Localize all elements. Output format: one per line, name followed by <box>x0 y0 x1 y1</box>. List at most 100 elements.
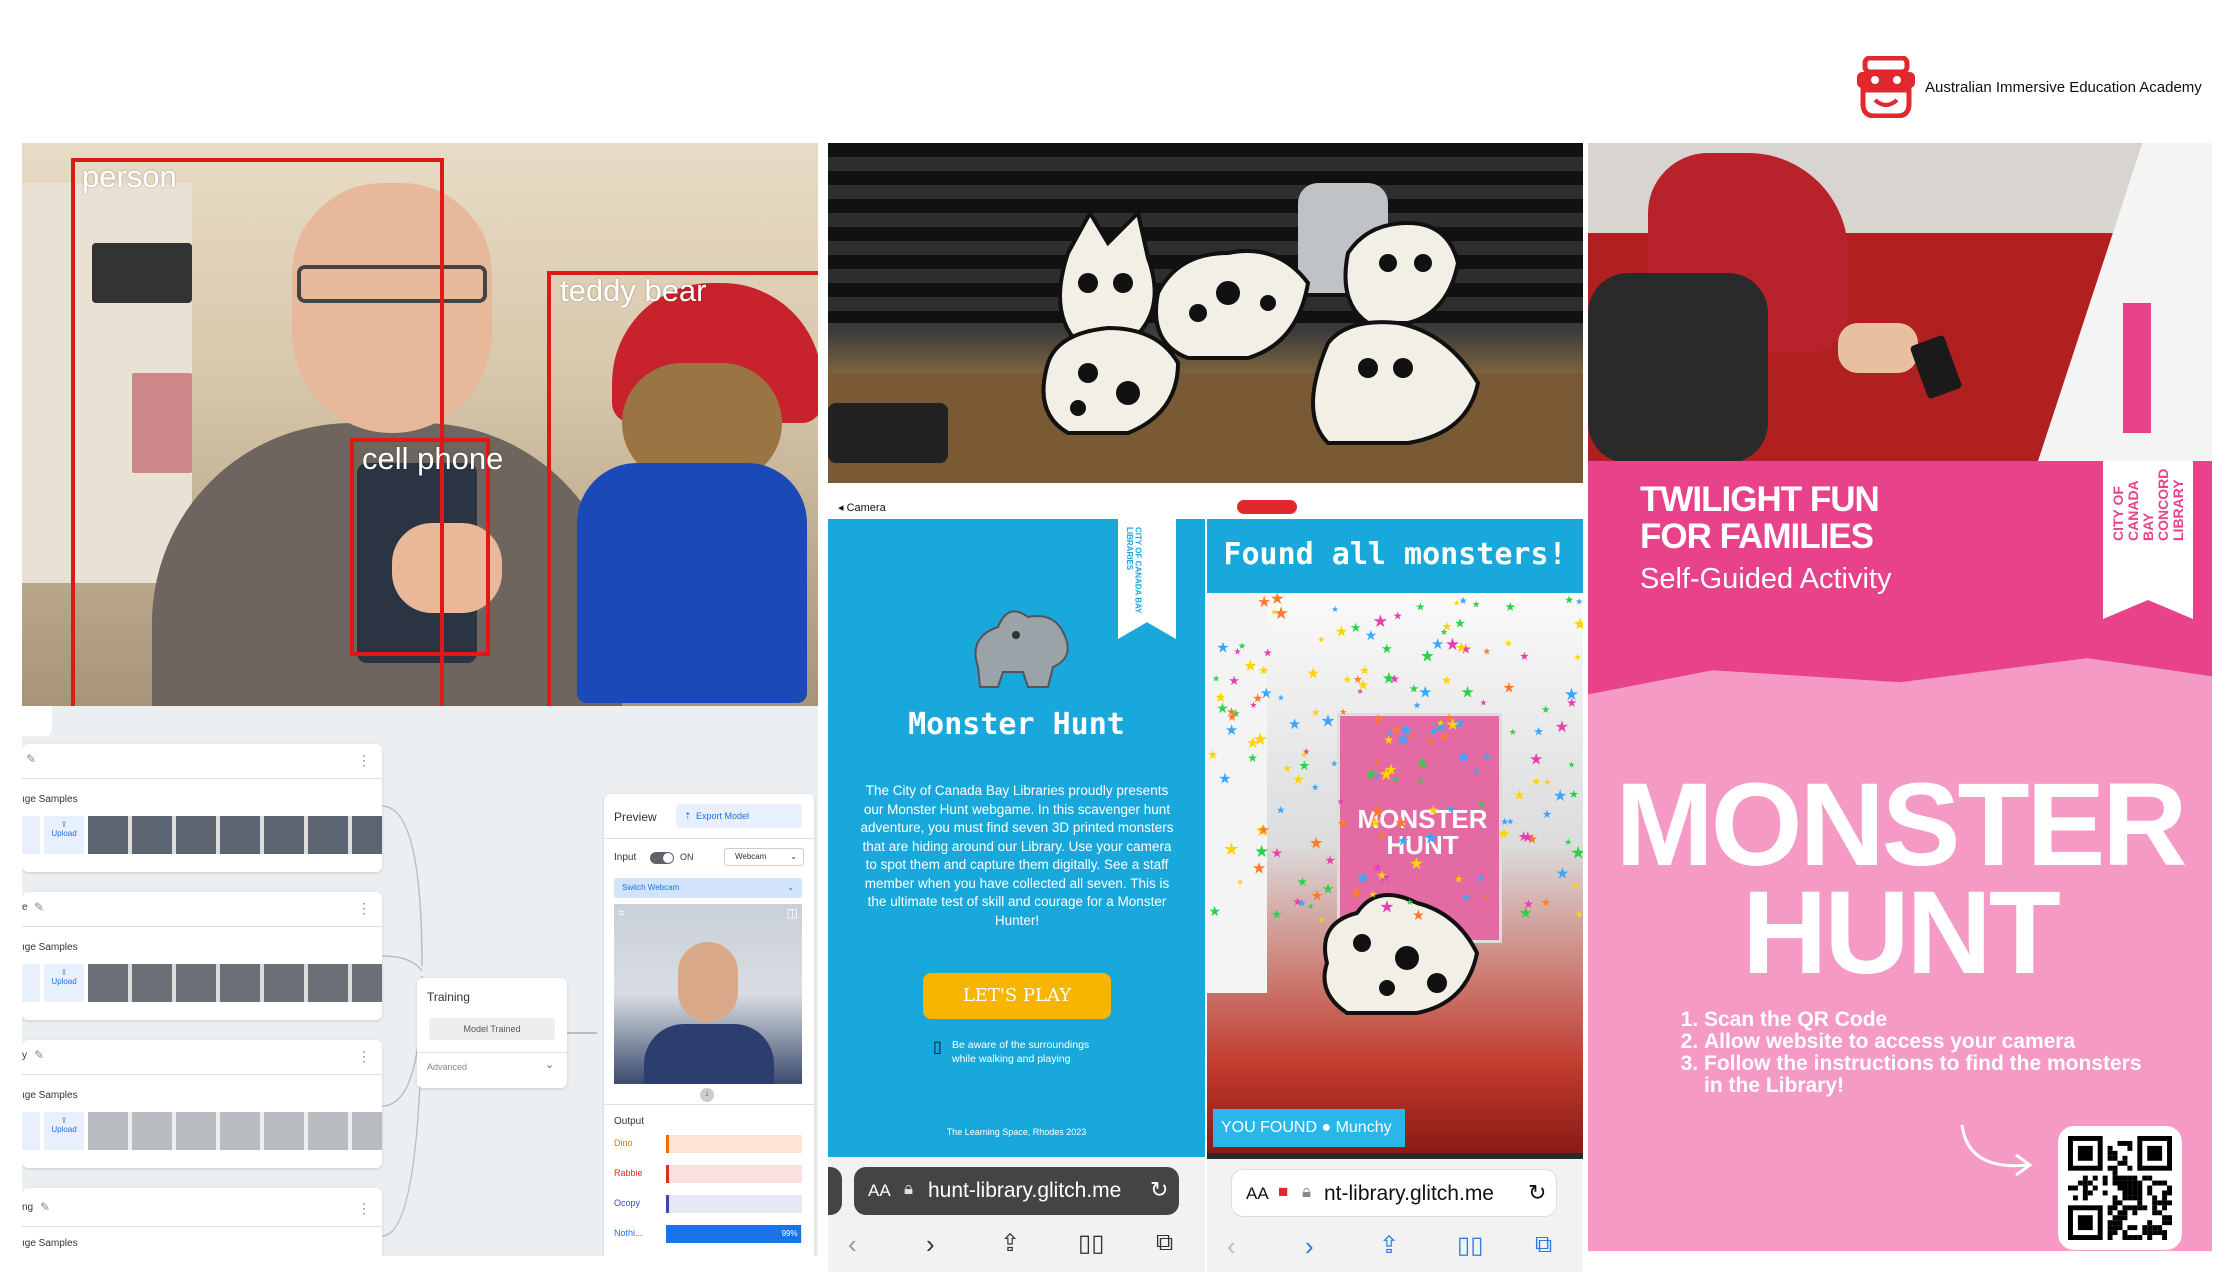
star-icon: ★ <box>1509 727 1517 737</box>
star-icon: ★ <box>1223 839 1239 859</box>
star-icon: ★ <box>1391 723 1402 737</box>
forward-icon[interactable]: › <box>926 1229 935 1260</box>
upload-label: Upload <box>51 1125 77 1134</box>
samples-label: ıge Samples <box>22 1090 78 1101</box>
crop-icon[interactable]: ⌗ <box>618 906 625 921</box>
star-icon: ★ <box>1325 853 1336 867</box>
star-icon: ★ <box>1384 762 1397 778</box>
star-icon: ★ <box>1406 897 1414 907</box>
more-options-icon[interactable]: ⋮ <box>357 752 371 769</box>
input-toggle[interactable] <box>650 852 674 864</box>
flip-icon[interactable]: ◫ <box>787 906 798 920</box>
class-name[interactable]: y <box>22 1050 27 1061</box>
star-icon: ★ <box>1564 685 1579 704</box>
edit-pencil-icon[interactable]: ✎ <box>26 752 36 766</box>
star-icon: ★ <box>1311 707 1321 719</box>
star-icon: ★ <box>1575 597 1583 607</box>
text-size-button[interactable]: AA <box>1246 1184 1269 1204</box>
star-icon: ★ <box>1568 760 1576 770</box>
samples-label: ıge Samples <box>22 794 78 805</box>
more-options-icon[interactable]: ⋮ <box>357 900 371 917</box>
monster-found-phone: Found all monsters! MONSTER HUNT ★ ★ ★ ★ ★ ★ ★… <box>1207 497 1583 1272</box>
edit-pencil-icon[interactable]: ✎ <box>34 1048 44 1062</box>
forward-icon[interactable]: › <box>1305 1231 1314 1262</box>
divider <box>417 1052 567 1053</box>
star-icon: ★ <box>1529 752 1543 769</box>
upload-button[interactable]: ⇪ Upload <box>44 816 84 854</box>
upload-button[interactable]: ⇪ Upload <box>44 964 84 1002</box>
switch-webcam-select[interactable]: Switch Webcam ⌄ <box>614 878 802 898</box>
webcam-button[interactable] <box>22 816 40 854</box>
phone-icon: ▯ <box>933 1039 942 1056</box>
edit-pencil-icon[interactable]: ✎ <box>34 900 44 914</box>
mini-poster <box>2123 303 2151 433</box>
reload-icon[interactable]: ↻ <box>1150 1177 1168 1203</box>
aiea-logo-icon <box>1855 55 1917 119</box>
camera-in-use-icon[interactable]: ■ <box>1278 1182 1288 1202</box>
star-icon: ★ <box>1441 673 1452 687</box>
webcam-button[interactable] <box>22 964 40 1002</box>
class-name[interactable]: ng <box>22 1202 33 1213</box>
chevron-down-icon: ⌄ <box>790 852 797 861</box>
qr-code[interactable] <box>2058 1126 2182 1250</box>
divider <box>604 1104 814 1105</box>
ar-camera-view: MONSTER HUNT ★ ★ ★ ★ ★ ★ ★ ★ ★ ★ ★ ★ ★ ★ ★ ★ ★ ★ ★ ★ ★ ★ ★ ★ ★ ★ ★… <box>1207 593 1583 1153</box>
star-icon: ★ <box>1263 648 1273 660</box>
back-to-camera[interactable]: ◂ Camera <box>838 501 886 514</box>
star-icon: ★ <box>1365 628 1377 643</box>
cell-phone-label: cell phone <box>362 441 504 476</box>
upload-button[interactable]: ⇪ Upload <box>44 1112 84 1150</box>
star-icon: ★ <box>1228 673 1240 688</box>
star-icon: ★ <box>1225 723 1238 739</box>
upload-icon: ⇪ <box>60 820 68 829</box>
output-bar-fill: 99% <box>666 1225 801 1243</box>
lets-play-button[interactable]: LET'S PLAY <box>923 973 1111 1019</box>
star-icon: ★ <box>1523 897 1534 911</box>
safety-line-2: while walking and playing <box>952 1053 1071 1065</box>
reload-icon[interactable]: ↻ <box>1528 1180 1546 1206</box>
address-bar[interactable]: AA ■ 🔒︎ nt-library.glitch.me ↻ <box>1231 1169 1557 1217</box>
star-icon: ★ <box>1412 908 1425 924</box>
star-icon: ★ <box>1243 658 1257 675</box>
back-icon[interactable]: ‹ <box>848 1229 857 1260</box>
star-icon: ★ <box>1542 808 1552 821</box>
ribbon-text: CITY OF CANADA BAY LIBRARIES <box>1124 527 1143 614</box>
star-icon: ★ <box>1397 834 1409 849</box>
tabs-icon[interactable]: ⧉ <box>1535 1231 1552 1259</box>
url-text: hunt-library.glitch.me <box>928 1179 1122 1202</box>
text-size-button[interactable]: AA <box>868 1181 891 1201</box>
share-icon[interactable]: ⇪ <box>1379 1231 1399 1260</box>
star-icon: ★ <box>1574 652 1582 662</box>
class-name[interactable]: e <box>22 902 28 913</box>
model-trained-button[interactable]: Model Trained <box>429 1018 555 1040</box>
advanced-toggle[interactable]: Advanced <box>427 1062 467 1072</box>
star-icon: ★ <box>1271 846 1283 861</box>
more-options-icon[interactable]: ⋮ <box>357 1048 371 1065</box>
chevron-down-icon[interactable]: ⌄ <box>545 1058 554 1071</box>
export-model-button[interactable]: ⇡ Export Model <box>676 804 802 828</box>
bookmarks-icon[interactable]: ▯▯ <box>1457 1231 1483 1260</box>
ribbon-text: CITY OF CANADA BAY CONCORD LIBRARY <box>2110 468 2186 541</box>
edit-pencil-icon[interactable]: ✎ <box>40 1200 50 1214</box>
switch-webcam-label: Switch Webcam <box>622 883 680 892</box>
confetti-stars: ★ ★ ★ ★ ★ ★ ★ ★ ★ ★ ★ ★ ★ ★ ★ ★ ★ ★ ★ ★ ★ ★ ★ ★ ★ ★ ★ ★ ★ ★ ★ ★ ★ ★ ★ ★ ★ ★ ★ ★… <box>1207 593 1583 925</box>
star-icon: ★ <box>1420 648 1435 666</box>
share-icon[interactable]: ⇪ <box>1000 1229 1020 1258</box>
address-bar[interactable]: AA 🔒︎ hunt-library.glitch.me ↻ <box>854 1167 1179 1215</box>
webcam-button[interactable] <box>22 1112 40 1150</box>
star-icon: ★ <box>1350 620 1362 635</box>
star-icon: ★ <box>1246 735 1260 752</box>
found-banner: Found all monsters! <box>1207 519 1583 593</box>
export-model-label: Export Model <box>696 811 750 821</box>
star-icon: ★ <box>1318 916 1325 925</box>
star-icon: ★ <box>1477 799 1487 811</box>
lock-icon: 🔒︎ <box>1302 1182 1312 1201</box>
star-icon: ★ <box>1369 890 1378 901</box>
more-options-icon[interactable]: ⋮ <box>357 1200 371 1217</box>
bookmarks-icon[interactable]: ▯▯ <box>1078 1229 1104 1258</box>
step-item: Scan the QR Code <box>1704 1009 2144 1031</box>
back-icon[interactable]: ‹ <box>1227 1231 1236 1262</box>
found-all-title: Found all monsters! <box>1223 537 1567 572</box>
tabs-icon[interactable]: ⧉ <box>1156 1229 1173 1257</box>
webcam-select[interactable]: Webcam ⌄ <box>724 848 804 866</box>
